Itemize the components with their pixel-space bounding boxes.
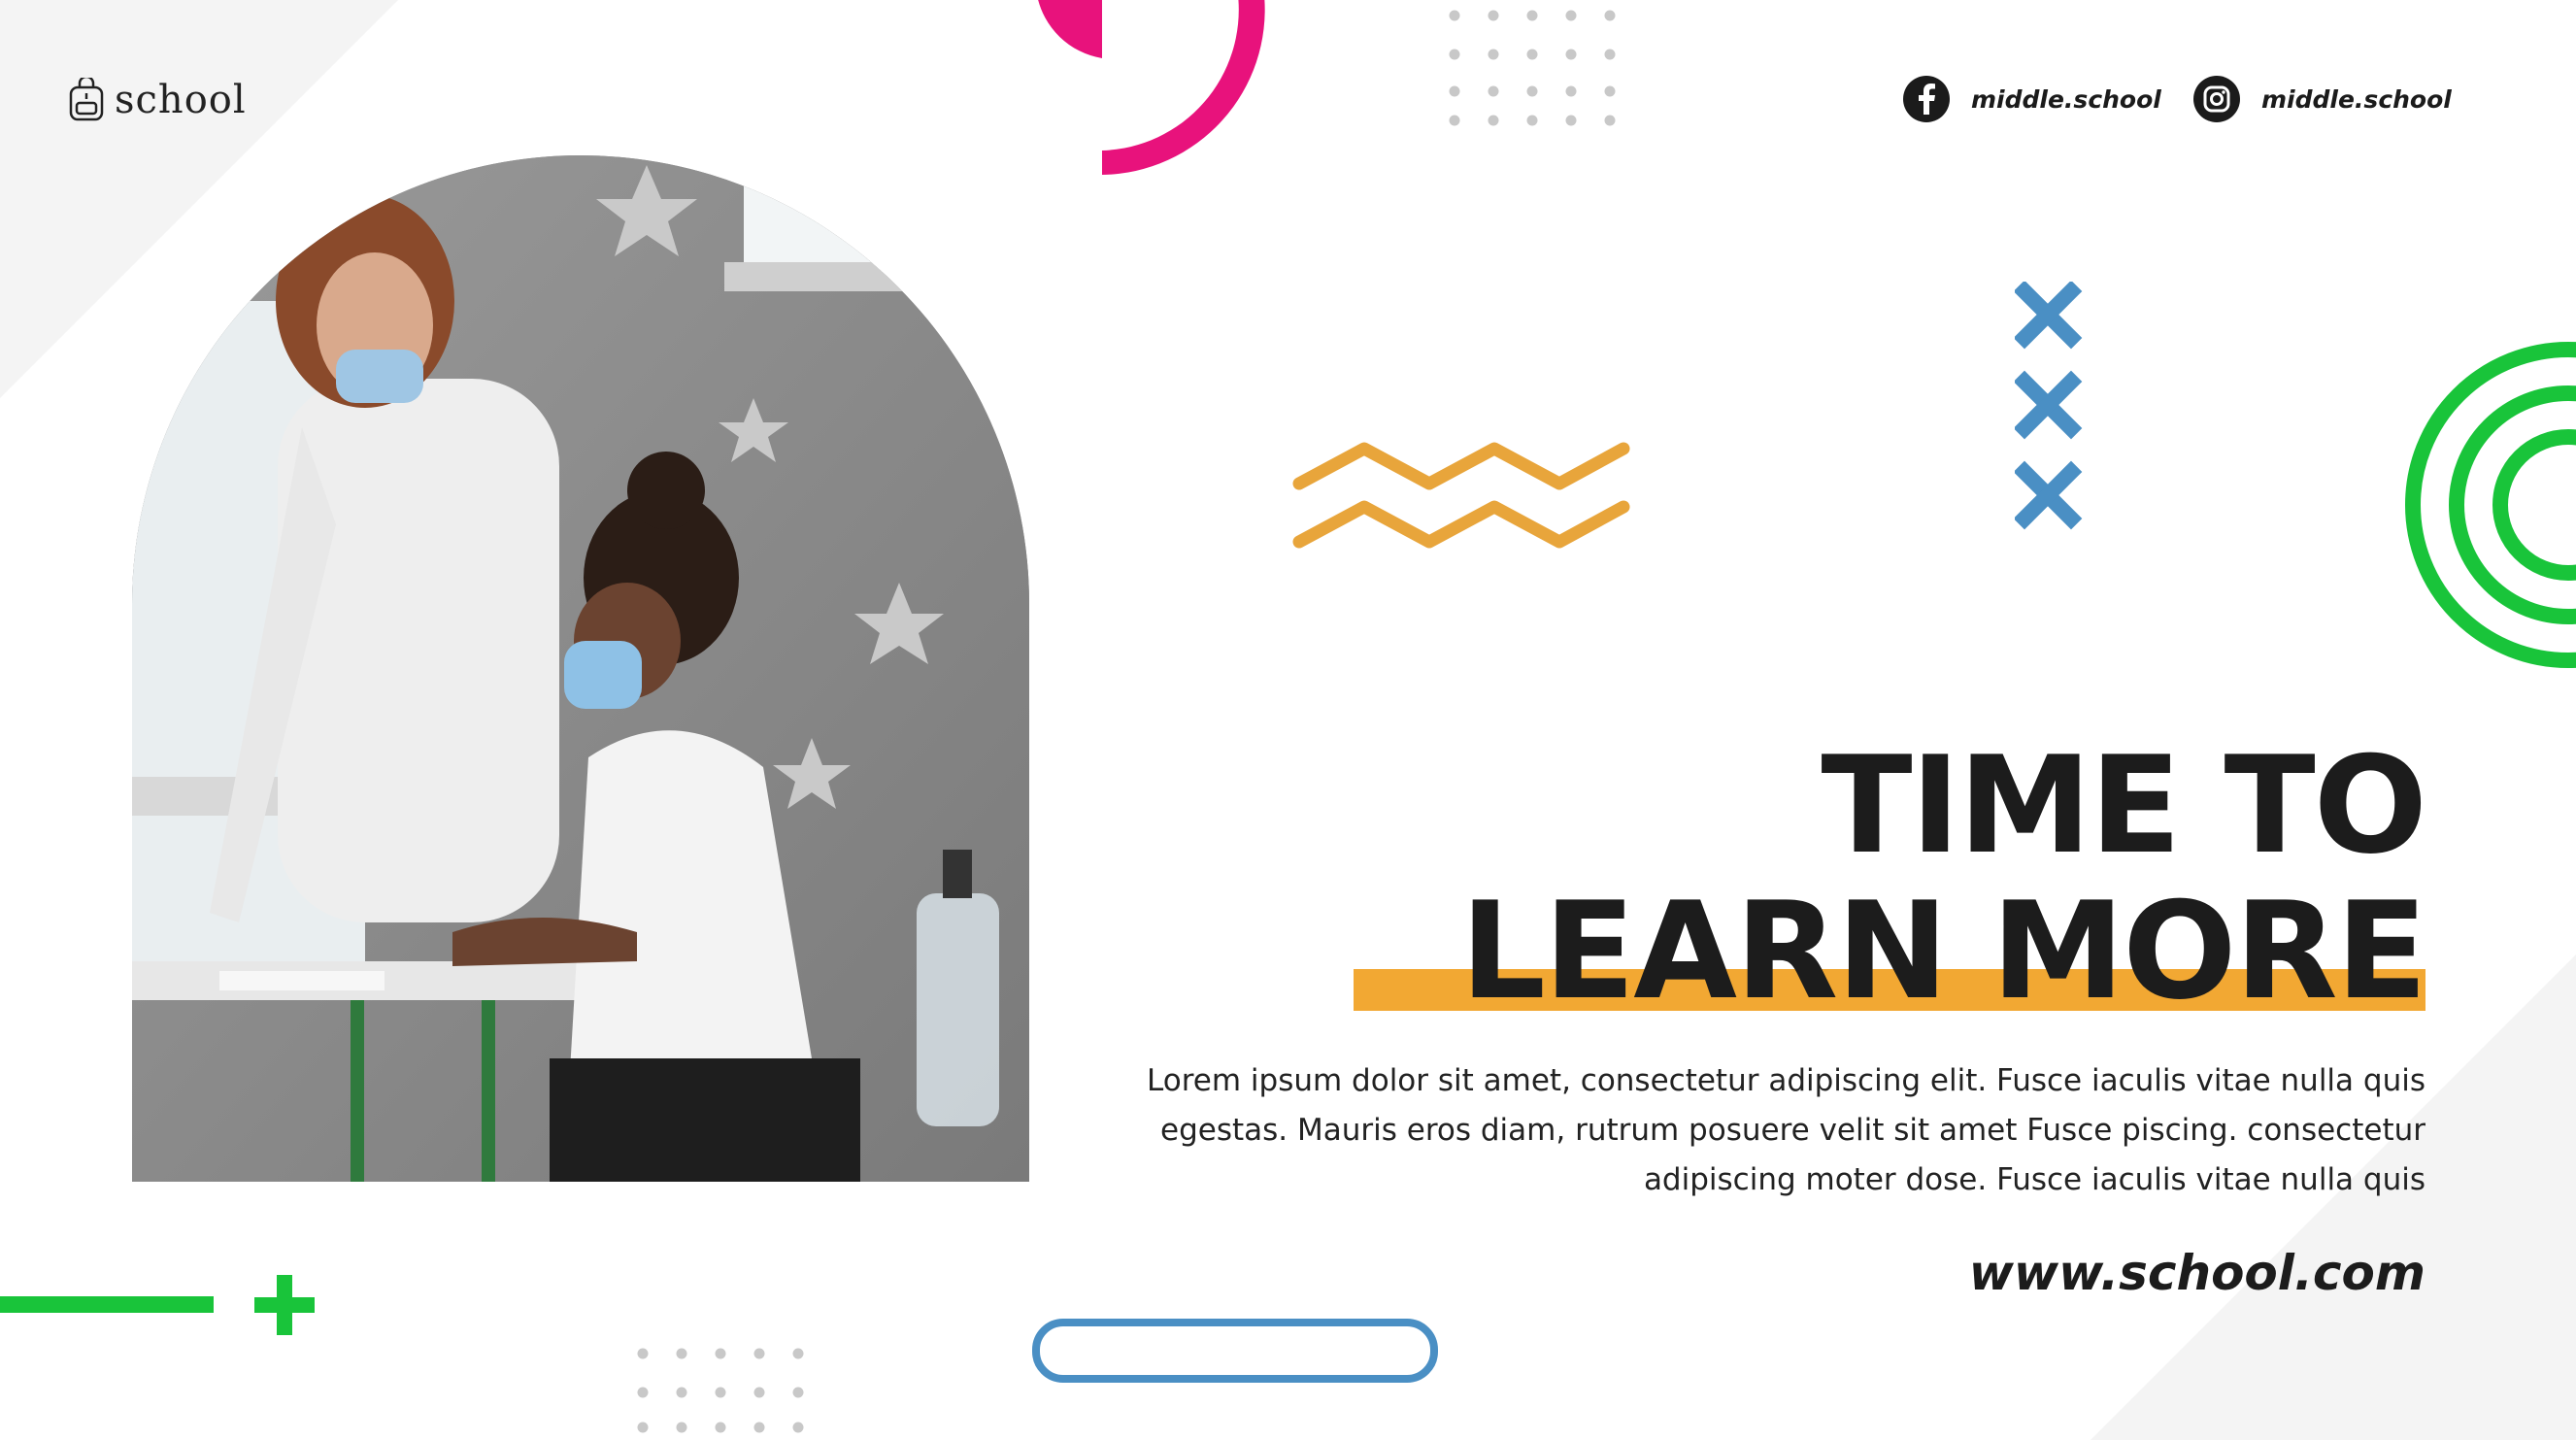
dot-grid-top [1449, 10, 1616, 126]
facebook-icon [1903, 76, 1950, 122]
blue-cross-decoration [2015, 282, 2083, 530]
classroom-photo [132, 155, 1029, 1182]
social-instagram[interactable]: middle.school [2193, 76, 2452, 122]
green-plus-decoration [254, 1275, 315, 1335]
magenta-arc-decoration [1038, 0, 1265, 175]
blue-pill-decoration [1032, 1319, 1438, 1383]
green-rings-decoration [2405, 342, 2576, 668]
headline-line-2: LEARN MORE [1460, 873, 2427, 1029]
instagram-icon [2193, 76, 2240, 122]
headline-line-1: TIME TO [1821, 727, 2427, 884]
social-facebook[interactable]: middle.school [1903, 76, 2161, 122]
instagram-handle: middle.school [2261, 84, 2452, 114]
headline: TIME TO LEARN MORE [1460, 727, 2427, 1029]
body-paragraph: Lorem ipsum dolor sit amet, consectetur … [1147, 1063, 2425, 1197]
green-line-decoration [0, 1296, 214, 1313]
slide: school middle.school middle.school TIME … [0, 0, 2576, 1440]
orange-zigzag-decoration [1292, 442, 1630, 549]
website-link[interactable]: www.school.com [1969, 1245, 2425, 1301]
classroom-illustration [132, 155, 1029, 1182]
backpack-icon [69, 78, 104, 121]
logo-text: school [115, 78, 247, 122]
dot-grid-bottom [637, 1348, 804, 1433]
logo[interactable]: school [68, 78, 247, 122]
facebook-handle: middle.school [1971, 84, 2161, 114]
